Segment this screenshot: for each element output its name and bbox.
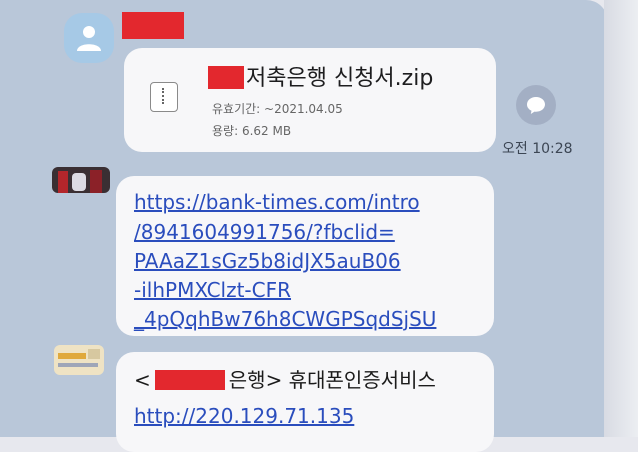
phishing-link-line[interactable]: PAAaZ1sGz5b8idJX5auB06	[134, 249, 401, 273]
sender-avatar[interactable]	[64, 13, 114, 63]
title-open-bracket: <	[134, 368, 151, 392]
file-expiry: 유효기간: ~2021.04.05	[212, 102, 343, 116]
phone-bezel	[604, 0, 638, 437]
avatar-person-icon	[77, 26, 101, 51]
zip-file-icon	[150, 82, 178, 112]
redacted-bank-name	[154, 370, 225, 390]
file-size: 용량: 6.62 MB	[212, 124, 292, 138]
share-icon	[527, 97, 545, 114]
phishing-link-line[interactable]: https://bank-times.com/intro	[134, 190, 420, 214]
service-title: < 은행> 휴대폰인증서비스	[134, 364, 436, 393]
sender-avatar-photo[interactable]	[52, 167, 110, 193]
phishing-link-line[interactable]: _4pQqhBw76h8CWGPSqdSjSU	[134, 307, 436, 331]
title-text: 은행> 휴대폰인증서비스	[228, 368, 436, 392]
message-time: 오전 10:28	[502, 141, 573, 157]
phishing-link-line[interactable]: /8941604991756/?fbclid=	[134, 220, 395, 244]
file-name: 저축은행 신청서.zip	[246, 66, 434, 91]
share-button[interactable]	[516, 85, 556, 125]
file-message-bubble[interactable]: 저축은행 신청서.zip 유효기간: ~2021.04.05 용량: 6.62 …	[124, 48, 496, 152]
redacted-sender-name	[122, 12, 184, 39]
chat-screen: 저축은행 신청서.zip 유효기간: ~2021.04.05 용량: 6.62 …	[0, 0, 608, 452]
redacted-bank-name	[208, 66, 244, 89]
phishing-ip-link[interactable]: http://220.129.71.135	[134, 404, 354, 428]
phishing-link-line[interactable]: -ilhPMXClzt-CFR	[134, 278, 291, 302]
sender-avatar-photo[interactable]	[54, 345, 104, 375]
